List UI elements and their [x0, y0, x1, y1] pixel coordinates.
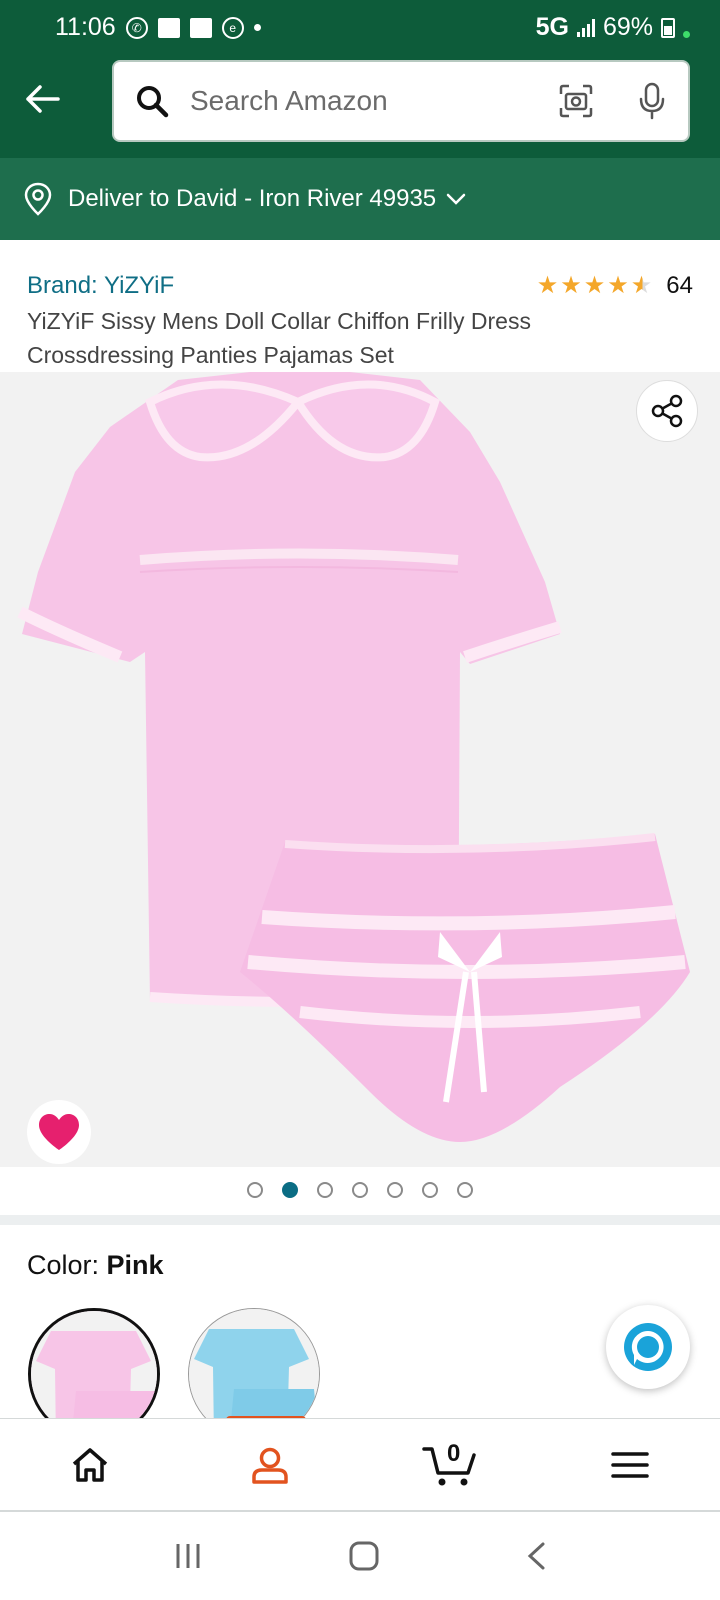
color-label: Color: Pink	[27, 1250, 164, 1281]
star-icon: ★	[607, 272, 629, 299]
chevron-down-icon	[446, 193, 466, 205]
bottom-nav: 0	[0, 1418, 720, 1510]
product-image-gallery[interactable]	[0, 372, 720, 1167]
back-arrow-icon[interactable]	[22, 79, 62, 119]
whatsapp-notification-icon: ✆	[125, 16, 148, 39]
heart-icon	[39, 1114, 79, 1150]
camera-search-icon[interactable]	[558, 83, 594, 119]
battery-icon	[661, 17, 675, 38]
gallery-dot[interactable]	[352, 1182, 368, 1198]
alexa-icon	[624, 1323, 672, 1371]
signal-icon	[576, 18, 595, 37]
status-bar: 11:06 ✆ e 5G 69%	[0, 0, 720, 55]
cart-count: 0	[447, 1439, 461, 1467]
nav-menu[interactable]	[540, 1450, 720, 1480]
search-header: Search Amazon	[0, 55, 720, 158]
gallery-dot[interactable]	[387, 1182, 403, 1198]
network-type: 5G	[535, 13, 569, 41]
gallery-dot[interactable]	[282, 1182, 298, 1198]
location-pin-icon	[24, 182, 52, 216]
nav-account[interactable]	[180, 1445, 360, 1485]
gallery-dot[interactable]	[317, 1182, 333, 1198]
search-input[interactable]: Search Amazon	[112, 60, 690, 142]
brand-link[interactable]: Brand: YiZYiF	[27, 272, 174, 300]
nav-cart[interactable]: 0	[360, 1439, 540, 1487]
weather-notification-icon	[157, 17, 180, 38]
edge-notification-icon: e	[221, 16, 244, 39]
more-notifications-icon	[253, 24, 261, 31]
weather-notification-icon-2	[189, 17, 212, 38]
status-right: 5G 69%	[536, 13, 690, 42]
deliver-to-text: Deliver to David - Iron River 49935	[68, 185, 437, 212]
rating-count[interactable]: 64	[666, 272, 693, 300]
share-icon	[651, 394, 683, 428]
microphone-icon[interactable]	[636, 82, 668, 120]
account-icon	[252, 1447, 288, 1484]
privacy-indicator-icon	[683, 31, 690, 38]
star-icon: ★	[536, 272, 559, 299]
status-left: 11:06 ✆ e	[55, 13, 261, 42]
gallery-dot[interactable]	[457, 1182, 473, 1198]
deliver-to-bar[interactable]: Deliver to David - Iron River 49935	[0, 158, 720, 240]
home-icon	[72, 1447, 108, 1482]
gallery-dots	[0, 1182, 720, 1198]
brand-row: Brand: YiZYiF ★ ★ ★ ★ ★ 64	[27, 272, 693, 300]
color-label-prefix: Color:	[27, 1250, 107, 1280]
gallery-dot[interactable]	[247, 1182, 263, 1198]
nav-home[interactable]	[0, 1446, 180, 1484]
product-image	[17, 372, 690, 1142]
section-divider	[0, 1215, 720, 1225]
status-time: 11:06	[55, 13, 116, 41]
alexa-button[interactable]	[606, 1305, 690, 1389]
star-icon: ★	[583, 272, 606, 299]
menu-icon	[611, 1451, 649, 1478]
system-navigation	[0, 1512, 720, 1600]
battery-percentage: 69%	[602, 13, 653, 41]
recent-apps-icon[interactable]	[173, 1542, 203, 1570]
rating-stars[interactable]: ★ ★ ★ ★ ★ 64	[537, 272, 693, 300]
star-icon: ★	[560, 272, 582, 299]
back-button-icon[interactable]	[525, 1541, 547, 1571]
product-title: YiZYiF Sissy Mens Doll Collar Chiffon Fr…	[27, 308, 531, 368]
search-placeholder: Search Amazon	[190, 85, 388, 116]
search-icon	[137, 86, 169, 118]
gallery-dot[interactable]	[422, 1182, 438, 1198]
add-to-wishlist-button[interactable]	[27, 1100, 91, 1164]
share-button[interactable]	[636, 380, 698, 442]
home-button-icon[interactable]	[348, 1540, 380, 1572]
half-star-icon: ★	[630, 272, 653, 299]
color-value: Pink	[106, 1250, 164, 1280]
